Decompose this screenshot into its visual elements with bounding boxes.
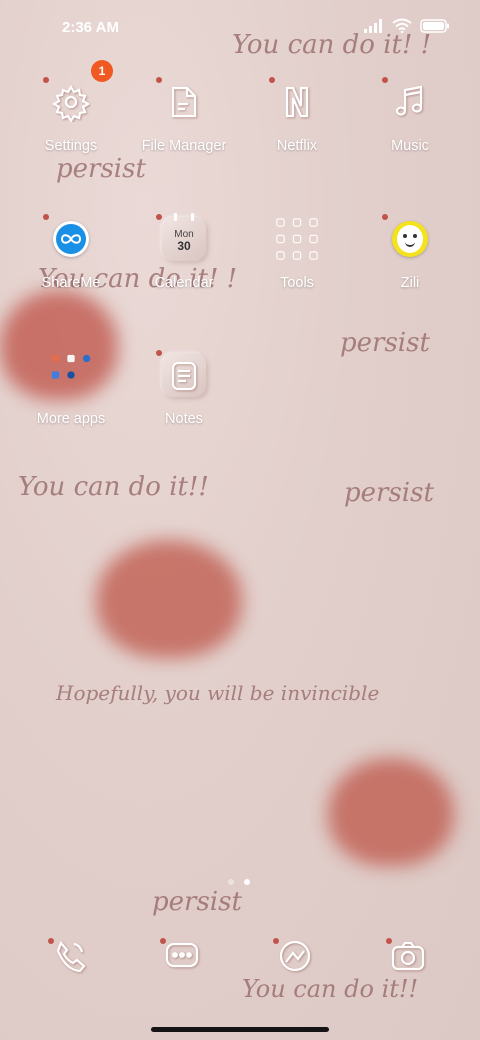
app-shareme[interactable]: ShareMe: [15, 214, 127, 291]
wallpaper-text: persist: [344, 478, 434, 508]
app-calendar[interactable]: Mon 30 Calendar: [128, 213, 240, 291]
app-label: Settings: [44, 138, 98, 154]
wallpaper-text: persist: [152, 887, 242, 917]
app-more-apps-folder[interactable]: More apps: [15, 353, 127, 427]
clock: 2:36 AM: [62, 19, 119, 36]
app-music[interactable]: Music: [354, 77, 466, 154]
zili-face-icon: [382, 214, 432, 261]
new-dot: [269, 77, 275, 83]
new-dot: [48, 938, 54, 944]
new-dot: [382, 214, 388, 220]
page-dot-1[interactable]: [228, 879, 234, 885]
apps-folder-icon: [49, 353, 93, 397]
app-notes[interactable]: Notes: [128, 350, 240, 427]
wallpaper-heart-2: [96, 540, 242, 658]
wallpaper-text: persist: [56, 154, 146, 184]
gesture-nav-handle[interactable]: [151, 1027, 329, 1032]
app-label: Netflix: [276, 138, 318, 154]
notes-icon: [156, 350, 206, 397]
status-icons: [364, 18, 450, 33]
wallpaper-text: You can do it!!: [18, 472, 209, 502]
notification-badge: 1: [91, 60, 113, 82]
app-label: File Manager: [141, 138, 227, 154]
dock-phone[interactable]: [46, 932, 94, 980]
new-dot: [156, 350, 162, 356]
app-tools-folder[interactable]: Tools: [241, 217, 353, 291]
folder-icon: [156, 77, 206, 124]
new-dot: [386, 938, 392, 944]
gear-icon: [43, 77, 93, 124]
calendar-icon: Mon 30: [156, 213, 206, 261]
new-dot: [43, 214, 49, 220]
camera-icon: [391, 941, 425, 971]
app-file-manager[interactable]: File Manager: [128, 77, 240, 154]
wallpaper-text: persist: [340, 328, 430, 358]
new-dot: [156, 214, 162, 220]
tools-folder-icon: [275, 217, 319, 261]
home-screen: You can do it! ! persist You can do it! …: [0, 0, 480, 1040]
app-label: Calendar: [154, 275, 214, 291]
status-bar: 2:36 AM: [0, 0, 480, 56]
app-zili[interactable]: Zili: [354, 214, 466, 291]
app-netflix[interactable]: Netflix: [241, 77, 353, 154]
app-label: Tools: [280, 275, 314, 291]
dock-messages[interactable]: [158, 932, 206, 980]
page-indicator[interactable]: [228, 879, 250, 885]
dock-browser[interactable]: [271, 932, 319, 980]
battery-icon: [420, 18, 449, 33]
new-dot: [382, 77, 388, 83]
music-note-icon: [382, 77, 432, 124]
app-settings[interactable]: Settings: [15, 77, 127, 154]
infinity-icon: [43, 214, 93, 261]
new-dot: [43, 77, 49, 83]
wallpaper-heart-3: [328, 758, 454, 866]
messages-icon: [165, 942, 199, 968]
app-label: Music: [391, 138, 429, 154]
app-label: Zili: [400, 275, 420, 291]
new-dot: [156, 77, 162, 83]
app-label: ShareMe: [41, 275, 101, 291]
netflix-icon: [269, 77, 319, 124]
phone-icon: [56, 940, 86, 973]
new-dot: [273, 938, 279, 944]
wifi-icon: [392, 18, 412, 33]
dock-camera[interactable]: [384, 932, 432, 980]
app-label: Notes: [165, 411, 203, 427]
signal-icon: [364, 18, 382, 33]
browser-icon: [279, 940, 311, 972]
calendar-day: 30: [177, 239, 191, 253]
page-dot-2[interactable]: [244, 879, 250, 885]
new-dot: [160, 938, 166, 944]
wallpaper-text: Hopefully, you will be invincible: [56, 681, 380, 705]
app-label: More apps: [36, 411, 106, 427]
